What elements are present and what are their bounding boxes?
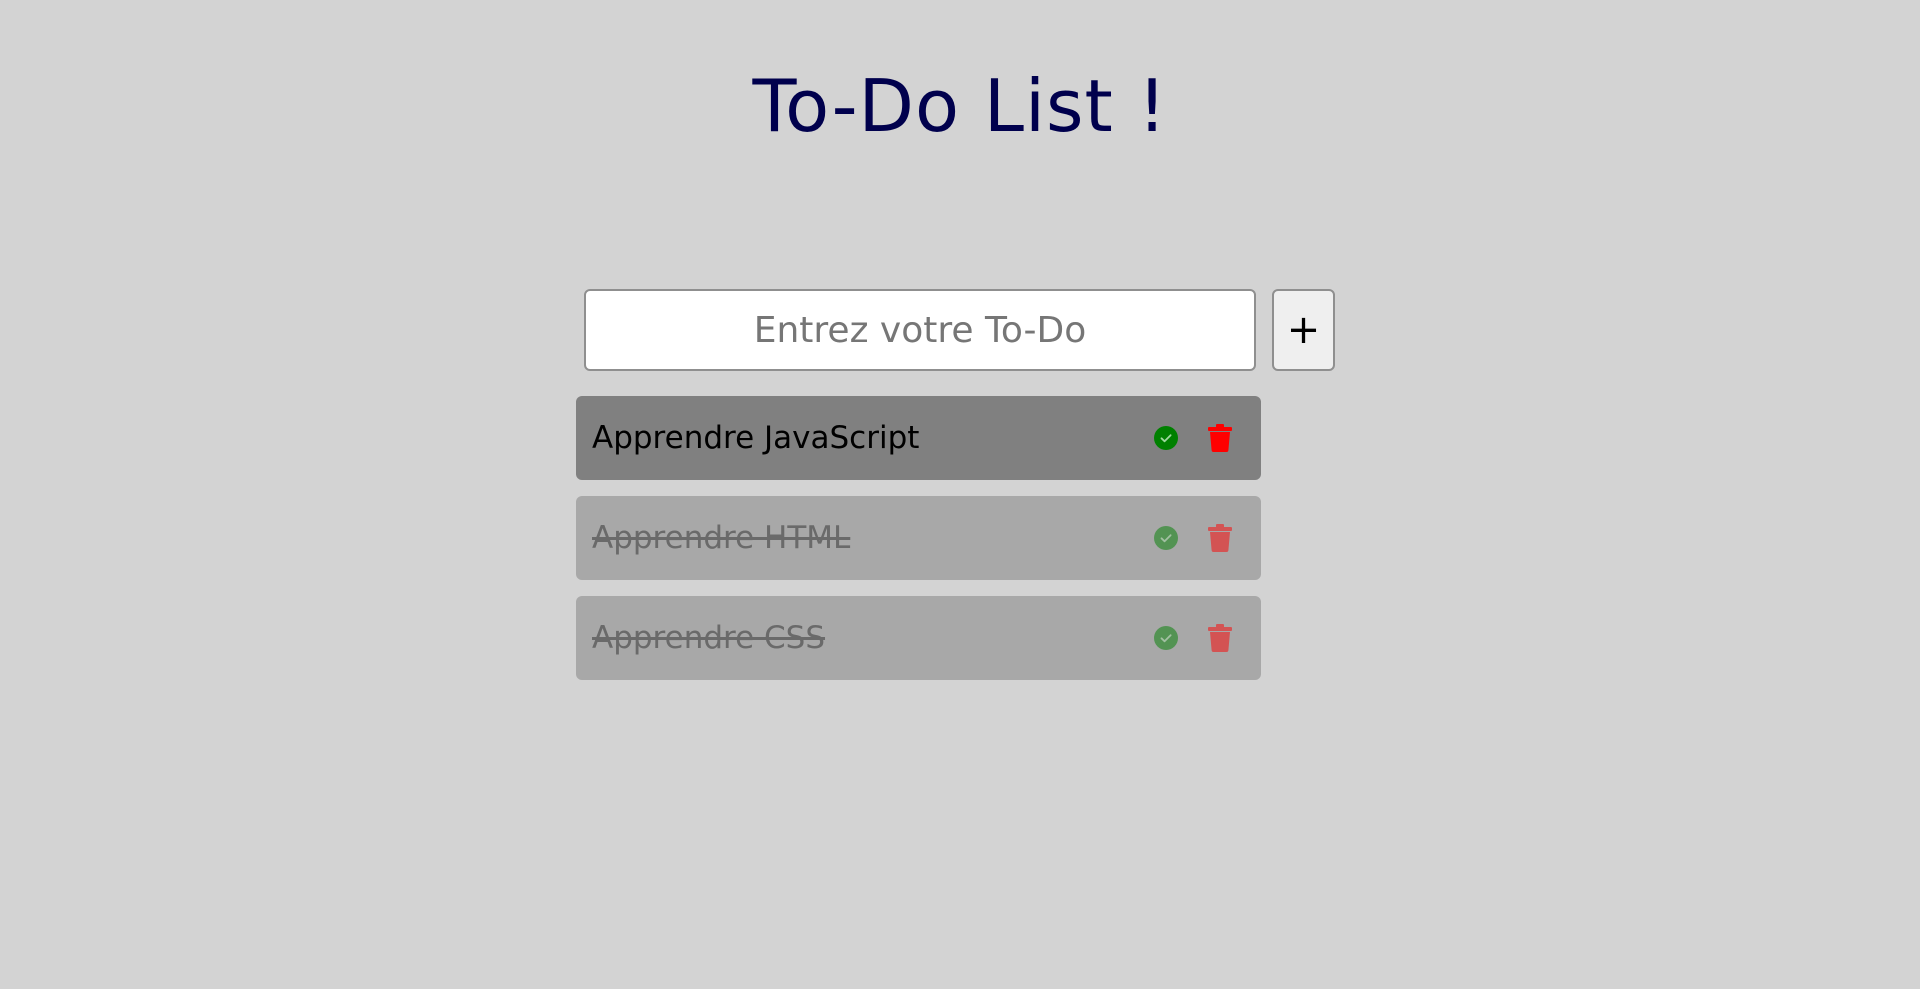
todo-list: Apprendre JavaScript Apprendre HTML Appr… <box>576 396 1261 696</box>
page-title: To-Do List ! <box>752 64 1168 148</box>
todo-item: Apprendre HTML <box>576 496 1261 580</box>
trash-icon[interactable] <box>1205 423 1235 453</box>
todo-item-label: Apprendre CSS <box>592 620 826 656</box>
todo-item-label: Apprendre JavaScript <box>592 420 920 456</box>
check-circle-icon[interactable] <box>1151 423 1181 453</box>
todo-item: Apprendre CSS <box>576 596 1261 680</box>
todo-item: Apprendre JavaScript <box>576 396 1261 480</box>
todo-item-label: Apprendre HTML <box>592 520 851 556</box>
todo-input[interactable] <box>584 289 1256 371</box>
check-circle-icon[interactable] <box>1151 623 1181 653</box>
add-todo-button[interactable]: + <box>1272 289 1335 371</box>
trash-icon[interactable] <box>1205 523 1235 553</box>
check-circle-icon[interactable] <box>1151 523 1181 553</box>
trash-icon[interactable] <box>1205 623 1235 653</box>
todo-app: To-Do List ! + Apprendre JavaScript Appr… <box>0 0 1920 989</box>
